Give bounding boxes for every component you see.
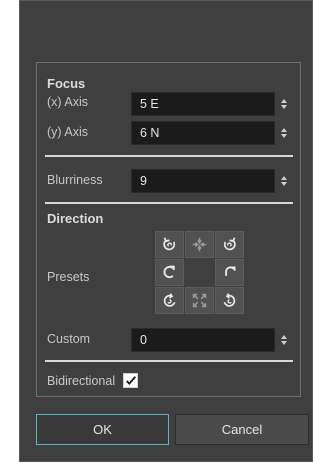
focus-section-title: Focus bbox=[47, 76, 86, 91]
checkmark-icon bbox=[125, 375, 136, 385]
preset-rotate-ccw-icon[interactable] bbox=[215, 231, 244, 258]
preset-converge-icon[interactable] bbox=[185, 231, 214, 258]
y-axis-spin-icon[interactable] bbox=[279, 126, 289, 140]
preset-expand-icon[interactable] bbox=[185, 287, 214, 314]
blurriness-spin-icon[interactable] bbox=[279, 174, 289, 188]
preset-empty bbox=[185, 259, 214, 286]
x-axis-field[interactable]: 5 E bbox=[131, 92, 275, 116]
custom-label: Custom bbox=[47, 332, 91, 346]
y-axis-field[interactable]: 6 N bbox=[131, 121, 275, 145]
preset-swirl-left-icon[interactable] bbox=[155, 287, 184, 314]
blurriness-label: Blurriness bbox=[47, 173, 103, 187]
settings-group: Focus (x) Axis 5 E (y) Axis 6 N Blurrine… bbox=[36, 62, 301, 397]
separator bbox=[45, 360, 293, 362]
preset-swirl-right-icon[interactable] bbox=[215, 287, 244, 314]
x-axis-label: (x) Axis bbox=[47, 95, 88, 109]
x-axis-spin-icon[interactable] bbox=[279, 97, 289, 111]
preset-rotate-cw-icon[interactable] bbox=[155, 231, 184, 258]
preset-spin-left-icon[interactable] bbox=[155, 259, 184, 286]
presets-label: Presets bbox=[47, 270, 90, 284]
custom-field[interactable]: 0 bbox=[131, 328, 275, 352]
ok-button[interactable]: OK bbox=[36, 414, 169, 445]
bidirectional-checkbox[interactable] bbox=[123, 373, 138, 388]
radial-blur-dialog: Focus (x) Axis 5 E (y) Axis 6 N Blurrine… bbox=[19, 0, 313, 462]
separator bbox=[45, 155, 293, 157]
custom-spin-icon[interactable] bbox=[279, 333, 289, 347]
blurriness-field[interactable]: 9 bbox=[131, 169, 275, 193]
bidirectional-label: Bidirectional bbox=[47, 374, 116, 388]
y-axis-label: (y) Axis bbox=[47, 125, 88, 139]
separator bbox=[45, 202, 293, 204]
direction-section-title: Direction bbox=[47, 211, 104, 226]
preset-spin-right-icon[interactable] bbox=[215, 259, 244, 286]
cancel-button[interactable]: Cancel bbox=[175, 414, 309, 445]
